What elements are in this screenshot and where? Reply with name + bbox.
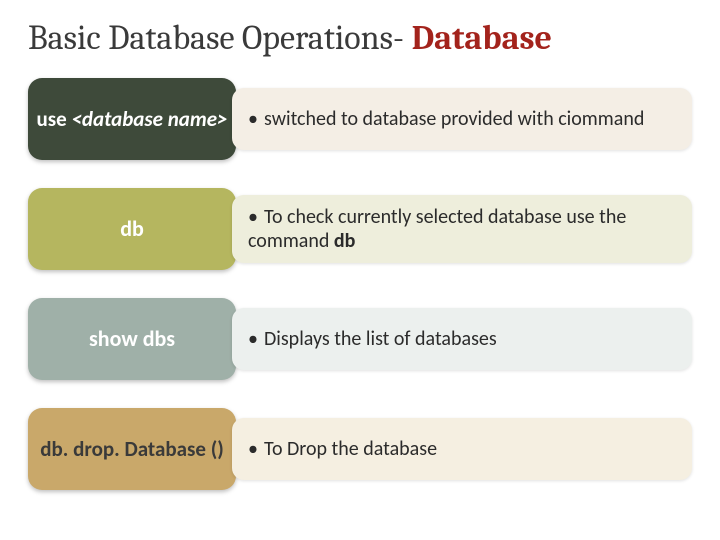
description: •Displays the list of databases <box>232 308 692 370</box>
command-pill-dropdatabase: db. drop. Database () <box>28 408 236 490</box>
description: •switched to database provided with ciom… <box>232 88 692 150</box>
description-text: To check currently selected database use… <box>248 205 626 253</box>
command-main: db. drop. Database () <box>40 437 224 461</box>
description: •To Drop the database <box>232 418 692 480</box>
operation-row: show dbs •Displays the list of databases <box>28 298 692 380</box>
bullet-icon: • <box>248 107 258 131</box>
operation-row: use <database name> •switched to databas… <box>28 78 692 160</box>
description-text: Displays the list of databases <box>264 327 497 351</box>
description-wrap: •switched to database provided with ciom… <box>236 78 692 160</box>
command-main: db <box>120 216 144 241</box>
command-main: show dbs <box>89 326 175 351</box>
title-accent: Database <box>412 18 552 58</box>
title-prefix: Basic Database Operations- <box>28 18 412 58</box>
description-text: To Drop the database <box>264 437 437 461</box>
description-wrap: •To Drop the database <box>236 408 692 490</box>
description: •To check currently selected database us… <box>232 195 692 263</box>
description-wrap: •Displays the list of databases <box>236 298 692 380</box>
operation-row: db. drop. Database () •To Drop the datab… <box>28 408 692 490</box>
slide-title: Basic Database Operations- Database <box>28 18 692 58</box>
bullet-icon: • <box>248 437 258 461</box>
operations-list: use <database name> •switched to databas… <box>28 78 692 490</box>
command-pill-use: use <database name> <box>28 78 236 160</box>
command-pill-showdbs: show dbs <box>28 298 236 380</box>
description-bold: db <box>334 229 355 253</box>
command-pill-db: db <box>28 188 236 270</box>
operation-row: db •To check currently selected database… <box>28 188 692 270</box>
bullet-icon: • <box>248 327 258 351</box>
description-text: switched to database provided with ciomm… <box>264 107 644 131</box>
description-wrap: •To check currently selected database us… <box>236 188 692 270</box>
command-arg: <database name> <box>71 106 227 132</box>
bullet-icon: • <box>248 205 258 229</box>
command-main: use <box>36 106 66 132</box>
